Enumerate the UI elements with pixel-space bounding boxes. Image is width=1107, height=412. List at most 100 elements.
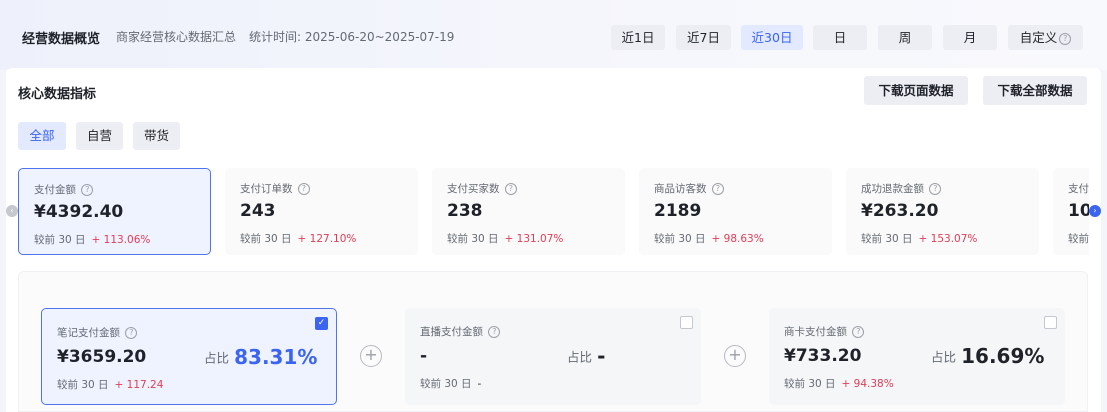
- compare-label: 较前 30 日: [34, 234, 86, 246]
- breakdown-change: + 117.24: [114, 379, 164, 391]
- question-circle-icon: ?: [488, 326, 501, 338]
- share-label: 占比: [931, 349, 957, 365]
- metric-compare: 较前 30 日 + 131.07%: [447, 231, 563, 246]
- metric-label-text: 支付订单数: [240, 183, 293, 195]
- metric-label-text: 商品访客数: [654, 183, 707, 195]
- question-circle-icon: ?: [929, 183, 942, 195]
- download-all-data-button[interactable]: 下载全部数据: [983, 76, 1087, 105]
- metric-card-payment-amount[interactable]: 支付金额 ? ¥4392.40 较前 30 日 + 113.06%: [18, 168, 211, 255]
- chevron-left-icon[interactable]: ‹: [6, 205, 18, 217]
- range-week-button[interactable]: 周: [878, 25, 932, 50]
- checkbox[interactable]: [1044, 316, 1057, 329]
- breakdown-share: 占比 16.69%: [931, 344, 1044, 368]
- compare-label: 较前 30 日: [420, 378, 472, 390]
- breakdown-label-text: 直播支付金额: [420, 326, 483, 338]
- compare-label: 较前 30 日: [784, 378, 836, 390]
- question-circle-icon: ?: [125, 327, 138, 339]
- share-label: 占比: [567, 349, 593, 365]
- breakdown-value: -: [420, 346, 428, 366]
- breakdown-card-product-card[interactable]: 商卡支付金额 ? ¥733.20 占比 16.69% 较前 30 日 + 94.3…: [769, 308, 1065, 405]
- payment-breakdown-area: ✓ 笔记支付金额 ? ¥3659.20 占比 83.31% 较前 30 日 + 1…: [18, 271, 1088, 412]
- metric-label-text: 支付金额: [34, 184, 76, 196]
- breakdown-label: 直播支付金额 ?: [420, 324, 501, 339]
- page-subtitle: 商家经营核心数据汇总: [116, 30, 237, 44]
- question-circle-icon: ?: [711, 183, 724, 195]
- breakdown-share: 占比 83.31%: [204, 345, 317, 369]
- breakdown-label: 笔记支付金额 ?: [57, 325, 138, 340]
- compare-label: 较前 30 日: [447, 233, 499, 245]
- download-page-data-button[interactable]: 下载页面数据: [864, 76, 968, 105]
- question-circle-icon: ?: [852, 326, 865, 338]
- metric-compare: 较前 30 日 + 113.06%: [34, 232, 150, 247]
- stat-time-range: 2025-06-20~2025-07-19: [304, 30, 455, 44]
- breakdown-compare: 较前 30 日-: [420, 376, 481, 391]
- compare-label: 较前 30 日: [1068, 233, 1089, 245]
- metric-label-text: 成功退款金额: [861, 183, 924, 195]
- breakdown-value: ¥733.20: [784, 346, 862, 366]
- metric-value: 243: [240, 201, 276, 221]
- breakdown-label-text: 商卡支付金额: [784, 326, 847, 338]
- compare-label: 较前 30 日: [861, 233, 913, 245]
- metric-change: + 153.07%: [918, 233, 978, 245]
- metric-label: 支付订单数 ?: [240, 181, 310, 196]
- range-custom-label: 自定义: [1019, 30, 1058, 45]
- stat-time-label: 统计时间:: [249, 30, 302, 44]
- breakdown-change: -: [477, 378, 482, 390]
- stat-time: 统计时间: 2025-06-20~2025-07-19: [249, 28, 454, 45]
- range-30d-button[interactable]: 近30日: [741, 25, 803, 50]
- range-1d-button[interactable]: 近1日: [611, 25, 665, 50]
- metric-card-buyer-count[interactable]: 支付买家数 ? 238 较前 30 日 + 131.07%: [432, 168, 625, 255]
- metric-compare: 较前 30 日 + 127.10%: [240, 231, 356, 246]
- metric-value: 10: [1068, 201, 1089, 221]
- core-data-panel: 核心数据指标 下载页面数据 下载全部数据 全部 自营 带货 ‹ 支付金额 ? ¥…: [6, 68, 1101, 412]
- filter-tab-promotion[interactable]: 带货: [133, 122, 180, 150]
- metric-change: + 113.06%: [91, 234, 151, 246]
- question-circle-icon: ?: [81, 184, 94, 196]
- metric-value: ¥263.20: [861, 201, 939, 221]
- breakdown-value: ¥3659.20: [57, 347, 147, 367]
- metric-card-visitor-count[interactable]: 商品访客数 ? 2189 较前 30 日 + 98.63%: [639, 168, 832, 255]
- metric-label: 成功退款金额 ?: [861, 181, 942, 196]
- share-label: 占比: [204, 350, 230, 366]
- metric-card-refund-amount[interactable]: 成功退款金额 ? ¥263.20 较前 30 日 + 153.07%: [846, 168, 1039, 255]
- metric-card-partial[interactable]: 支付 10 较前 30 日: [1053, 168, 1089, 255]
- metric-label: 支付: [1068, 181, 1089, 196]
- range-7d-button[interactable]: 近7日: [676, 25, 731, 50]
- metric-change: + 131.07%: [504, 233, 564, 245]
- breakdown-compare: 较前 30 日 + 117.24: [57, 377, 163, 392]
- share-value: 83.31%: [234, 345, 318, 369]
- share-value: 16.69%: [961, 344, 1045, 368]
- range-month-button[interactable]: 月: [943, 25, 997, 50]
- plus-circle-icon: +: [360, 345, 382, 367]
- metric-label: 商品访客数 ?: [654, 181, 724, 196]
- compare-label: 较前 30 日: [57, 379, 109, 391]
- compare-label: 较前 30 日: [240, 233, 292, 245]
- chevron-right-icon[interactable]: ›: [1089, 205, 1101, 217]
- breakdown-label-text: 笔记支付金额: [57, 327, 120, 339]
- checkmark-icon[interactable]: ✓: [315, 317, 328, 330]
- metric-change: + 98.63%: [711, 233, 764, 245]
- checkbox[interactable]: [680, 316, 693, 329]
- metric-compare: 较前 30 日: [1068, 231, 1089, 246]
- metric-label: 支付金额 ?: [34, 182, 94, 197]
- page-title: 经营数据概览: [22, 32, 101, 47]
- filter-tab-self-operated[interactable]: 自营: [76, 122, 123, 150]
- metric-label-text: 支付: [1068, 183, 1089, 195]
- metric-value: 238: [447, 201, 483, 221]
- breakdown-change: + 94.38%: [841, 378, 894, 390]
- range-day-button[interactable]: 日: [813, 25, 867, 50]
- breakdown-card-live[interactable]: 直播支付金额 ? - 占比 - 较前 30 日-: [405, 308, 701, 405]
- breakdown-card-note[interactable]: ✓ 笔记支付金额 ? ¥3659.20 占比 83.31% 较前 30 日 + 1…: [41, 308, 337, 405]
- plus-circle-icon: +: [724, 345, 746, 367]
- breakdown-share: 占比 -: [567, 344, 605, 368]
- section-title: 核心数据指标: [18, 87, 97, 102]
- metric-value: ¥4392.40: [34, 202, 124, 222]
- metric-value: 2189: [654, 201, 702, 221]
- metric-card-order-count[interactable]: 支付订单数 ? 243 较前 30 日 + 127.10%: [225, 168, 418, 255]
- metric-label: 支付买家数 ?: [447, 181, 517, 196]
- metric-compare: 较前 30 日 + 98.63%: [654, 231, 764, 246]
- question-circle-icon: ?: [297, 183, 310, 195]
- metric-label-text: 支付买家数: [447, 183, 500, 195]
- range-custom-button[interactable]: 自定义?: [1008, 25, 1083, 50]
- filter-tab-all[interactable]: 全部: [18, 122, 66, 150]
